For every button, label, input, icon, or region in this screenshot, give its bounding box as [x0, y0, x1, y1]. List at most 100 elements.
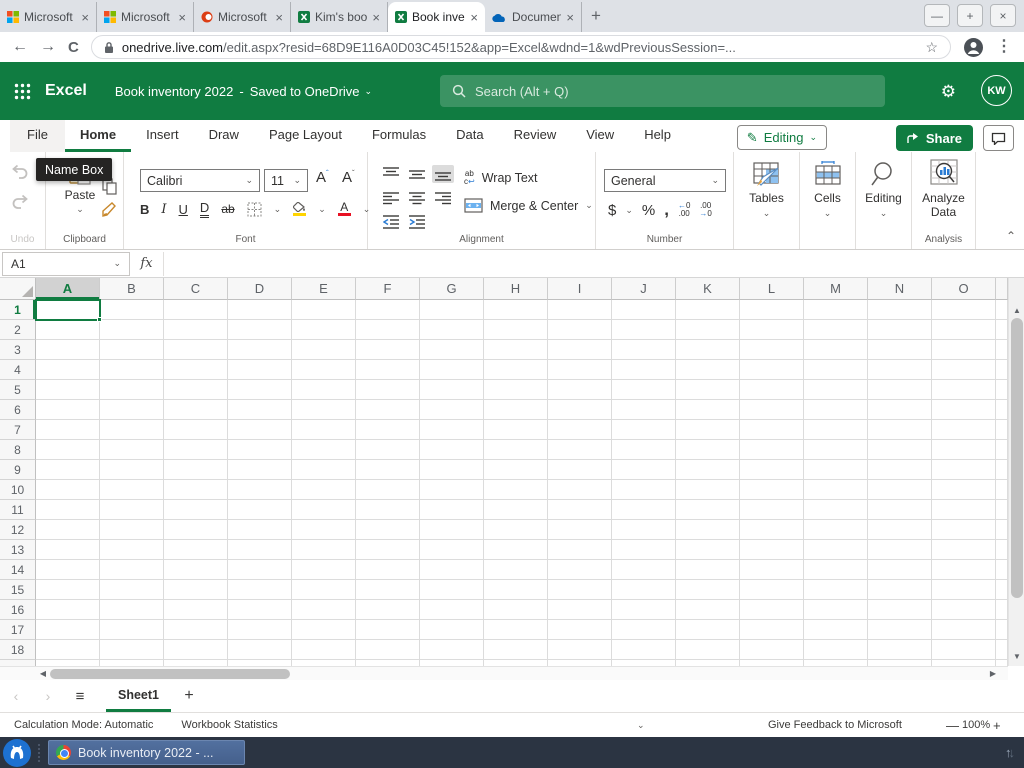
url-bar[interactable]: onedrive.live.com/edit.aspx?resid=68D9E1… — [90, 35, 951, 59]
browser-tab-6[interactable]: Documents × — [485, 2, 582, 32]
cell-B5[interactable] — [100, 380, 164, 400]
column-header-E[interactable]: E — [292, 278, 356, 300]
tab-close-icon[interactable]: × — [470, 11, 478, 24]
cell-L8[interactable] — [740, 440, 804, 460]
cell-D2[interactable] — [228, 320, 292, 340]
cell-D16[interactable] — [228, 600, 292, 620]
cell-K2[interactable] — [676, 320, 740, 340]
cell-B1[interactable] — [100, 300, 164, 320]
cell-E11[interactable] — [292, 500, 356, 520]
cell-F16[interactable] — [356, 600, 420, 620]
column-header-B[interactable]: B — [100, 278, 164, 300]
cell-C1[interactable] — [164, 300, 228, 320]
cell-partial-5[interactable] — [996, 380, 1008, 400]
cell-N18[interactable] — [868, 640, 932, 660]
cell-D11[interactable] — [228, 500, 292, 520]
cell-A11[interactable] — [36, 500, 100, 520]
cell-L11[interactable] — [740, 500, 804, 520]
cell-K18[interactable] — [676, 640, 740, 660]
cell-partial-15[interactable] — [996, 580, 1008, 600]
cell-K9[interactable] — [676, 460, 740, 480]
profile-icon[interactable] — [963, 37, 984, 58]
cell-J4[interactable] — [612, 360, 676, 380]
cell-D12[interactable] — [228, 520, 292, 540]
cell-M16[interactable] — [804, 600, 868, 620]
cell-B11[interactable] — [100, 500, 164, 520]
cell-I9[interactable] — [548, 460, 612, 480]
tab-close-icon[interactable]: × — [178, 11, 186, 24]
cell-O11[interactable] — [932, 500, 996, 520]
cell-E9[interactable] — [292, 460, 356, 480]
cell-J18[interactable] — [612, 640, 676, 660]
ribbon-tab-review[interactable]: Review — [499, 120, 572, 152]
cell-A6[interactable] — [36, 400, 100, 420]
cell-D13[interactable] — [228, 540, 292, 560]
cell-A5[interactable] — [36, 380, 100, 400]
browser-tab-3[interactable]: Microsoft O × — [194, 2, 291, 32]
column-header-I[interactable]: I — [548, 278, 612, 300]
cell-C2[interactable] — [164, 320, 228, 340]
cell-G11[interactable] — [420, 500, 484, 520]
browser-tab-5[interactable]: Book inven × — [388, 2, 485, 32]
cell-M7[interactable] — [804, 420, 868, 440]
cell-J11[interactable] — [612, 500, 676, 520]
cell-D6[interactable] — [228, 400, 292, 420]
cell-F6[interactable] — [356, 400, 420, 420]
comma-format-button[interactable]: , — [664, 200, 669, 220]
minimize-button[interactable]: — — [924, 4, 950, 27]
font-size-select[interactable]: 11 ⌄ — [264, 169, 308, 192]
cell-J2[interactable] — [612, 320, 676, 340]
cell-M4[interactable] — [804, 360, 868, 380]
cell-H5[interactable] — [484, 380, 548, 400]
cell-A9[interactable] — [36, 460, 100, 480]
settings-gear-icon[interactable]: ⚙ — [941, 82, 956, 102]
sheet-list-menu-icon[interactable]: ≡ — [64, 688, 96, 705]
horizontal-scrollbar[interactable]: ◀ ▶ — [0, 666, 1008, 680]
row-header-15[interactable]: 15 — [0, 580, 36, 600]
cell-I18[interactable] — [548, 640, 612, 660]
column-header-J[interactable]: J — [612, 278, 676, 300]
cell-J17[interactable] — [612, 620, 676, 640]
cell-F3[interactable] — [356, 340, 420, 360]
cell-B12[interactable] — [100, 520, 164, 540]
cell-F9[interactable] — [356, 460, 420, 480]
font-family-select[interactable]: Calibri ⌄ — [140, 169, 260, 192]
save-status[interactable]: Saved to OneDrive — [250, 84, 360, 99]
browser-menu-icon[interactable]: ⋮ — [996, 39, 1012, 55]
ribbon-tab-data[interactable]: Data — [441, 120, 498, 152]
cell-I5[interactable] — [548, 380, 612, 400]
cell-A12[interactable] — [36, 520, 100, 540]
cell-E4[interactable] — [292, 360, 356, 380]
decrease-indent-button[interactable] — [380, 213, 402, 231]
row-header-17[interactable]: 17 — [0, 620, 36, 640]
cell-E10[interactable] — [292, 480, 356, 500]
row-header-16[interactable]: 16 — [0, 600, 36, 620]
cell-G14[interactable] — [420, 560, 484, 580]
cell-H12[interactable] — [484, 520, 548, 540]
cell-A16[interactable] — [36, 600, 100, 620]
zoom-in-button[interactable]: + — [993, 718, 1001, 733]
cell-E6[interactable] — [292, 400, 356, 420]
percent-format-button[interactable]: % — [642, 202, 655, 219]
cell-J15[interactable] — [612, 580, 676, 600]
cell-N3[interactable] — [868, 340, 932, 360]
cell-C15[interactable] — [164, 580, 228, 600]
cell-L15[interactable] — [740, 580, 804, 600]
cell-I17[interactable] — [548, 620, 612, 640]
cell-O18[interactable] — [932, 640, 996, 660]
row-header-14[interactable]: 14 — [0, 560, 36, 580]
cell-F4[interactable] — [356, 360, 420, 380]
comments-button[interactable] — [983, 125, 1014, 151]
column-header-H[interactable]: H — [484, 278, 548, 300]
cell-I15[interactable] — [548, 580, 612, 600]
borders-chevron-icon[interactable]: ⌄ — [274, 204, 282, 215]
fill-color-chevron-icon[interactable]: ⌄ — [318, 204, 326, 215]
cell-B6[interactable] — [100, 400, 164, 420]
cell-O7[interactable] — [932, 420, 996, 440]
cell-O6[interactable] — [932, 400, 996, 420]
column-header-L[interactable]: L — [740, 278, 804, 300]
cell-O3[interactable] — [932, 340, 996, 360]
align-top-button[interactable] — [380, 165, 402, 183]
row-header-9[interactable]: 9 — [0, 460, 36, 480]
cell-M3[interactable] — [804, 340, 868, 360]
